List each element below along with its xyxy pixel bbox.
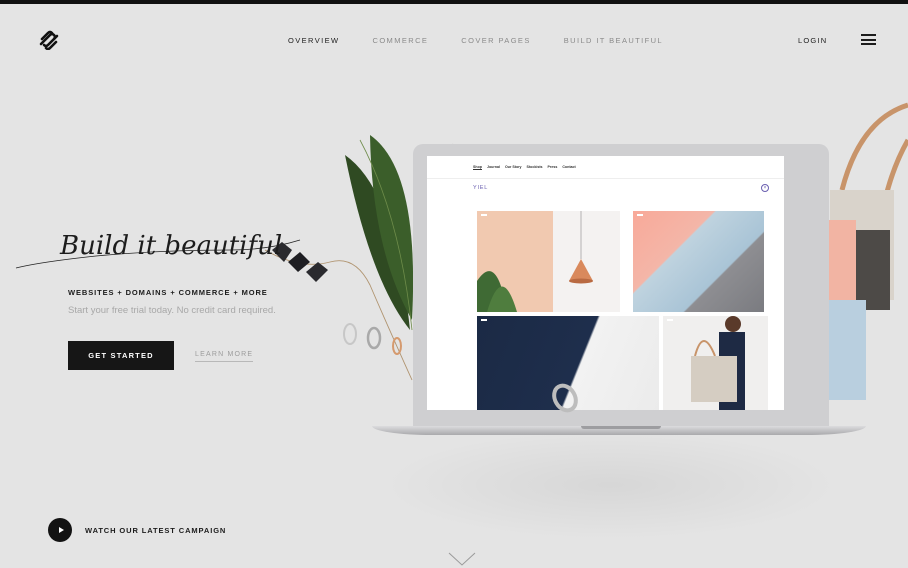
- ring-icon: [552, 383, 578, 413]
- product-tile-fabric: [633, 211, 764, 312]
- preview-nav-item: Stockists: [526, 165, 543, 169]
- laptop-screen: Shop Journal Our Story Stockists Press C…: [427, 156, 784, 410]
- leaf-icon: [345, 155, 410, 330]
- fabric-swatch-icon: [828, 300, 866, 400]
- fabric-swatch-icon: [826, 220, 856, 330]
- bag-strap-icon: [875, 138, 908, 241]
- script-flourish-icon: [15, 239, 301, 269]
- preview-nav-item: Contact: [562, 165, 576, 169]
- preview-close-icon: ×: [761, 184, 769, 192]
- cord-icon: [264, 249, 413, 381]
- product-tile-lamp: [553, 211, 620, 312]
- hamburger-menu-icon[interactable]: [861, 34, 876, 45]
- main-nav: OVERVIEW COMMERCE COVER PAGES BUILD IT B…: [288, 36, 663, 45]
- product-tile-tote: [663, 316, 768, 410]
- leaf-icon: [370, 135, 414, 320]
- preview-divider: [427, 178, 784, 179]
- preview-site-nav: Shop Journal Our Story Stockists Press C…: [473, 165, 576, 169]
- ring-icon: [366, 326, 382, 350]
- ring-icon: [392, 337, 402, 355]
- pendant-lamp-icon: [569, 211, 593, 284]
- nav-overview[interactable]: OVERVIEW: [288, 36, 340, 45]
- top-black-bar: [0, 0, 908, 4]
- bead-icon: [306, 262, 328, 282]
- hero-tagline: WEBSITES + DOMAINS + COMMERCE + MORE: [68, 288, 268, 297]
- preview-nav-item: Shop: [473, 165, 482, 169]
- learn-more-link[interactable]: LEARN MORE: [195, 351, 254, 362]
- product-tag: [481, 214, 487, 216]
- bag-strap-icon: [839, 102, 908, 191]
- product-tag: [667, 319, 673, 321]
- laptop-shadow: [380, 430, 840, 540]
- preview-nav-item: Our Story: [504, 165, 522, 169]
- watch-campaign-link[interactable]: WATCH OUR LATEST CAMPAIGN: [85, 526, 226, 535]
- nav-commerce[interactable]: COMMERCE: [373, 36, 429, 45]
- nav-build-it-beautiful[interactable]: BUILD IT BEAUTIFUL: [564, 36, 663, 45]
- chevron-down-icon[interactable]: [448, 552, 476, 566]
- get-started-button[interactable]: GET STARTED: [68, 341, 174, 370]
- product-tag: [481, 319, 487, 321]
- squarespace-logo-icon[interactable]: [38, 30, 60, 50]
- tote-bag-icon: [850, 230, 890, 310]
- product-tile-plant: [477, 211, 553, 312]
- leaf-icon: [359, 139, 413, 331]
- preview-nav-item: Press: [547, 165, 558, 169]
- hero-subline: Start your free trial today. No credit c…: [68, 305, 276, 316]
- laptop-notch: [581, 426, 661, 429]
- ring-icon: [343, 323, 357, 345]
- model-with-tote-icon: [691, 316, 745, 410]
- script-text: Build it beautiful: [59, 231, 282, 261]
- login-link[interactable]: LOGIN: [798, 36, 827, 45]
- preview-nav-item: Journal: [486, 165, 500, 169]
- product-tag: [637, 214, 643, 216]
- play-icon[interactable]: [48, 518, 72, 542]
- laptop-mockup: Shop Journal Our Story Stockists Press C…: [413, 144, 829, 426]
- bead-icon: [288, 252, 310, 272]
- bead-icon: [272, 242, 292, 262]
- tote-bag-icon: [830, 190, 894, 300]
- preview-brand: YIEL: [473, 185, 489, 191]
- plant-icon: [477, 271, 517, 312]
- nav-cover-pages[interactable]: COVER PAGES: [461, 36, 530, 45]
